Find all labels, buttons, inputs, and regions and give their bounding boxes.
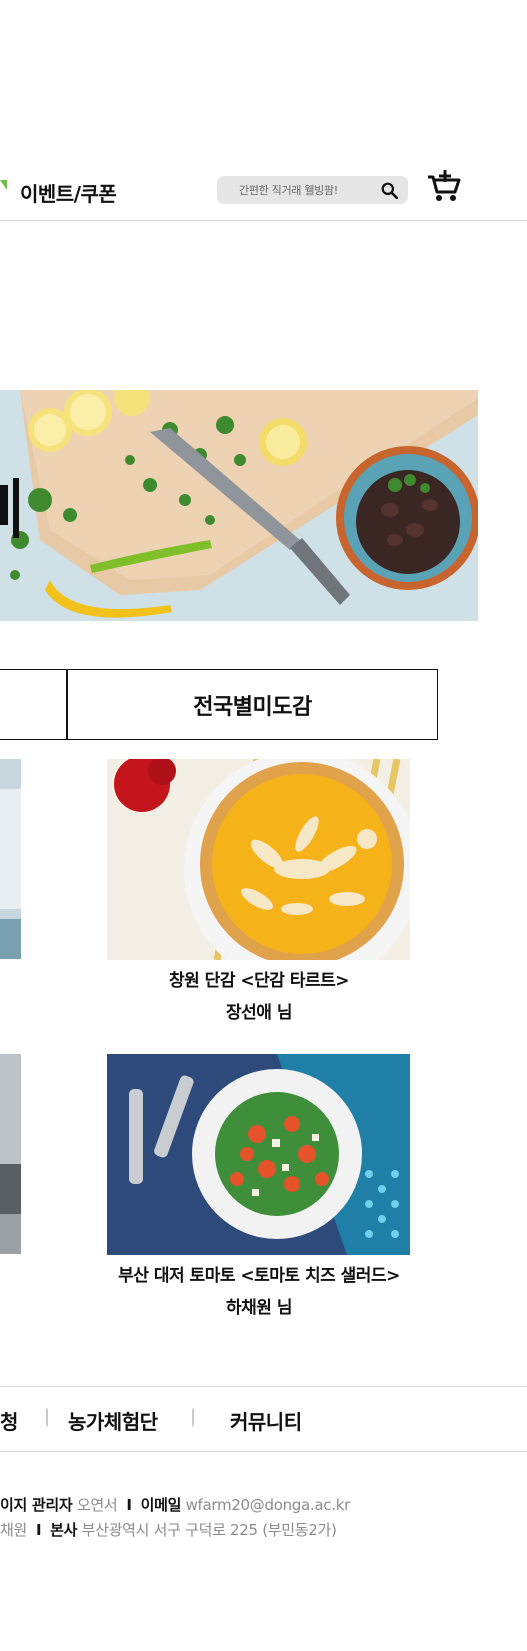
nav-accent-mark bbox=[0, 180, 7, 190]
card-author: 장선애 님 bbox=[226, 1003, 292, 1023]
email-label: 이메일 bbox=[140, 1496, 182, 1514]
card-photo bbox=[0, 759, 21, 959]
search-icon[interactable] bbox=[381, 182, 398, 199]
search-input[interactable]: 간편한 직거래 웰빙팜! bbox=[239, 182, 338, 198]
card-image-persimmon-tart[interactable] bbox=[107, 759, 410, 960]
nav-event-coupon-link[interactable]: 이벤트/쿠폰 bbox=[20, 178, 117, 207]
footer-divider-top bbox=[0, 1386, 527, 1387]
footer-nav-separator: | bbox=[44, 1406, 51, 1427]
info-partial-text: 채원 bbox=[0, 1521, 28, 1539]
cart-icon[interactable] bbox=[426, 168, 462, 204]
hq-address: 부산광역시 서구 구덕로 225 (부민동2가) bbox=[81, 1521, 337, 1539]
hero-banner bbox=[0, 390, 478, 621]
email-value[interactable]: wfarm20@donga.ac.kr bbox=[186, 1496, 351, 1514]
tab-partial[interactable] bbox=[0, 669, 67, 740]
footer-nav-item-partial[interactable]: 청 bbox=[0, 1406, 18, 1435]
tab-regional-delicacies[interactable]: 전국별미도감 bbox=[67, 669, 438, 740]
footer-nav-farm-experience[interactable]: 농가체험단 bbox=[68, 1406, 158, 1435]
footer-info-line-2: 채원 I 본사 부산광역시 서구 구덕로 225 (부민동2가) bbox=[0, 1519, 337, 1540]
card-title[interactable]: 부산 대저 토마토 <토마토 치즈 샐러드> bbox=[94, 1261, 424, 1286]
card-image-tomato-salad[interactable] bbox=[107, 1054, 410, 1255]
footer-info-line-1: 이지 관리자 오연서 I 이메일 wfarm20@donga.ac.kr bbox=[0, 1494, 350, 1515]
card-image-left-partial[interactable] bbox=[0, 759, 21, 959]
manager-label: 이지 관리자 bbox=[0, 1496, 73, 1514]
salad-photo bbox=[107, 1054, 410, 1255]
header-divider bbox=[0, 220, 527, 221]
search-bar[interactable]: 간편한 직거래 웰빙팜! bbox=[217, 176, 408, 204]
hq-label: 본사 bbox=[50, 1521, 78, 1539]
footer-nav-separator: | bbox=[190, 1406, 197, 1427]
card-photo bbox=[0, 1054, 21, 1254]
banner-image bbox=[0, 390, 478, 621]
manager-name: 오연서 bbox=[76, 1496, 118, 1514]
card-title[interactable]: 창원 단감 <단감 타르트> bbox=[94, 966, 424, 991]
footer-nav-community[interactable]: 커뮤니티 bbox=[230, 1406, 302, 1435]
info-separator: I bbox=[35, 1521, 42, 1539]
card-author: 하채원 님 bbox=[226, 1298, 292, 1318]
info-separator: I bbox=[126, 1496, 132, 1514]
footer-divider-bottom bbox=[0, 1451, 527, 1452]
tart-photo bbox=[107, 759, 410, 960]
card-image-left-partial-2[interactable] bbox=[0, 1054, 21, 1254]
